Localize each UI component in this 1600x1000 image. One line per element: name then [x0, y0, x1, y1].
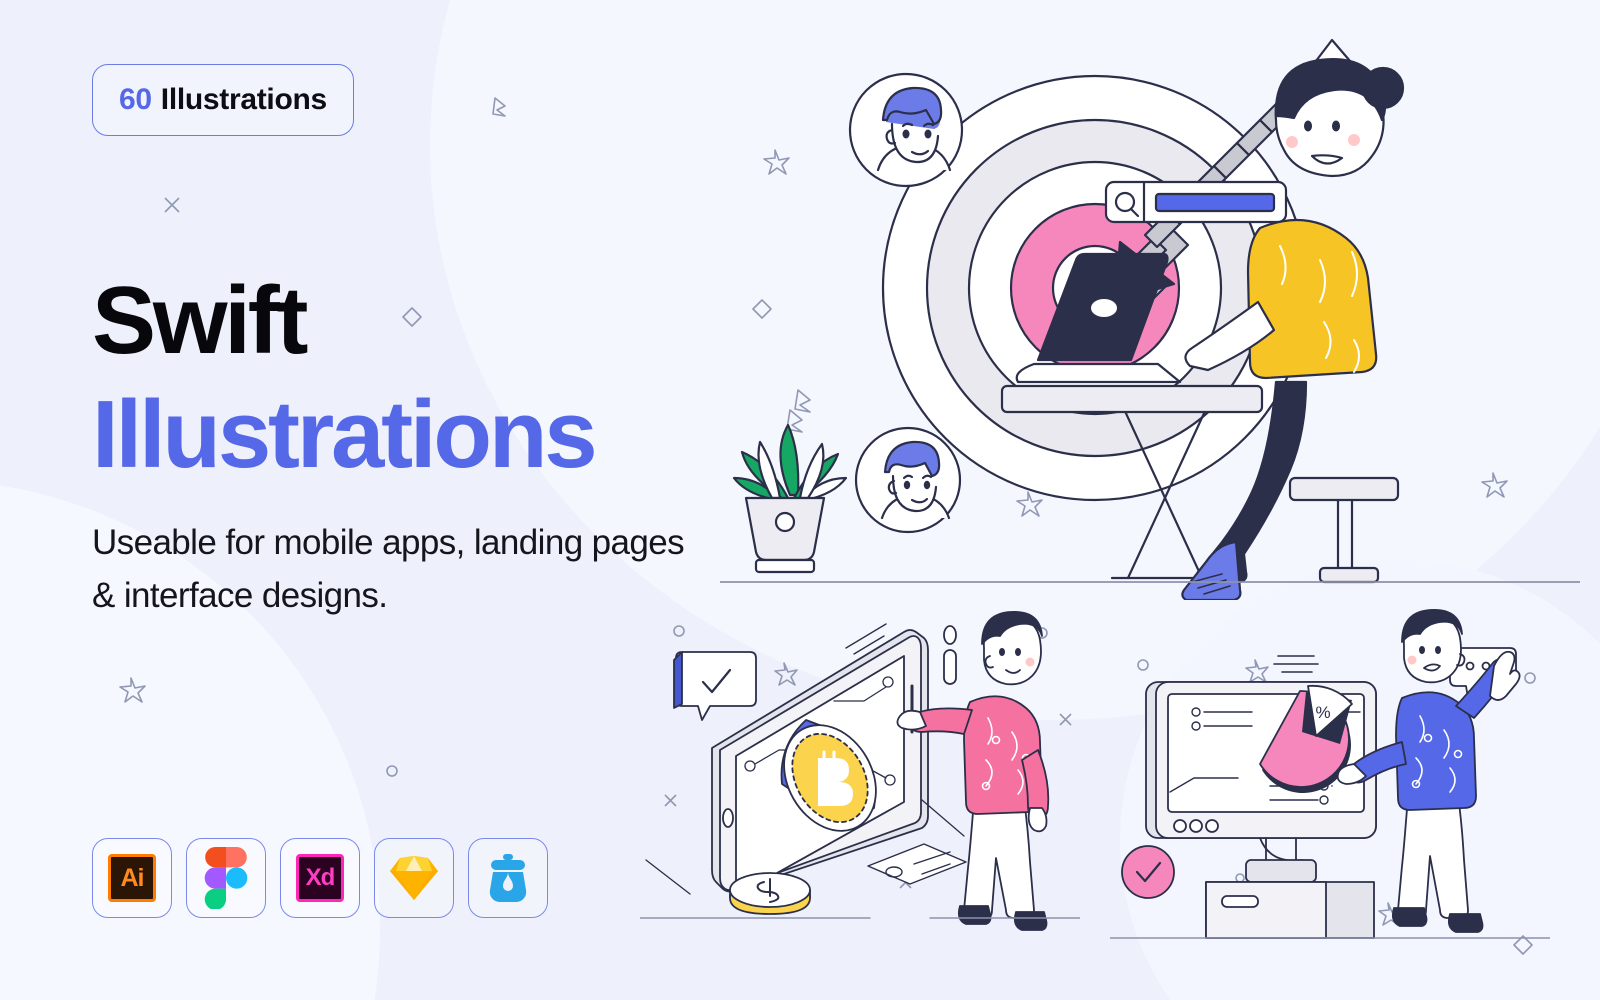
potted-plant — [732, 423, 848, 574]
adobe-xd-icon: Xd — [296, 854, 344, 902]
sketch-icon — [390, 856, 438, 900]
dollar-coin — [729, 872, 811, 915]
illustration-analytics-dashboard-scene: % — [1110, 609, 1550, 939]
chip-adobe-xd[interactable]: Xd — [280, 838, 360, 918]
page-title: Swift Illustrations — [92, 267, 598, 488]
adobe-illustrator-icon: Ai — [108, 854, 156, 902]
badge-count: 60 — [119, 83, 152, 116]
title-line-two: Illustrations — [92, 380, 598, 488]
check-speech-bubble — [673, 651, 757, 721]
pie-slice-label: % — [1315, 703, 1330, 722]
receipt-card — [867, 843, 967, 885]
chip-sketch[interactable] — [374, 838, 454, 918]
illustration-count-badge: 60 Illustrations — [92, 64, 354, 136]
page-subtitle: Useable for mobile apps, landing pages &… — [92, 523, 685, 616]
chip-lunacy[interactable] — [468, 838, 548, 918]
lunacy-honey-jar-icon — [489, 854, 527, 903]
check-badge — [1121, 845, 1175, 899]
hero-copy-column: 60 Illustrations Swift Illustrations Use… — [92, 0, 732, 1000]
chip-adobe-illustrator[interactable]: Ai — [92, 838, 172, 918]
figma-icon — [204, 847, 248, 909]
chip-figma[interactable] — [186, 838, 266, 918]
promo-banner: 60 Illustrations Swift Illustrations Use… — [0, 0, 1600, 1000]
cpu-tower — [1205, 881, 1375, 939]
badge-label: Illustrations — [160, 83, 327, 116]
format-chip-list: Ai Xd — [92, 838, 548, 918]
title-line-one: Swift — [92, 267, 309, 374]
illustration-crypto-payment-scene — [640, 611, 1080, 931]
stool — [1288, 476, 1400, 584]
illustration-target-goal-scene — [720, 38, 1580, 600]
info-marker — [943, 625, 957, 685]
search-bar — [1104, 180, 1288, 224]
